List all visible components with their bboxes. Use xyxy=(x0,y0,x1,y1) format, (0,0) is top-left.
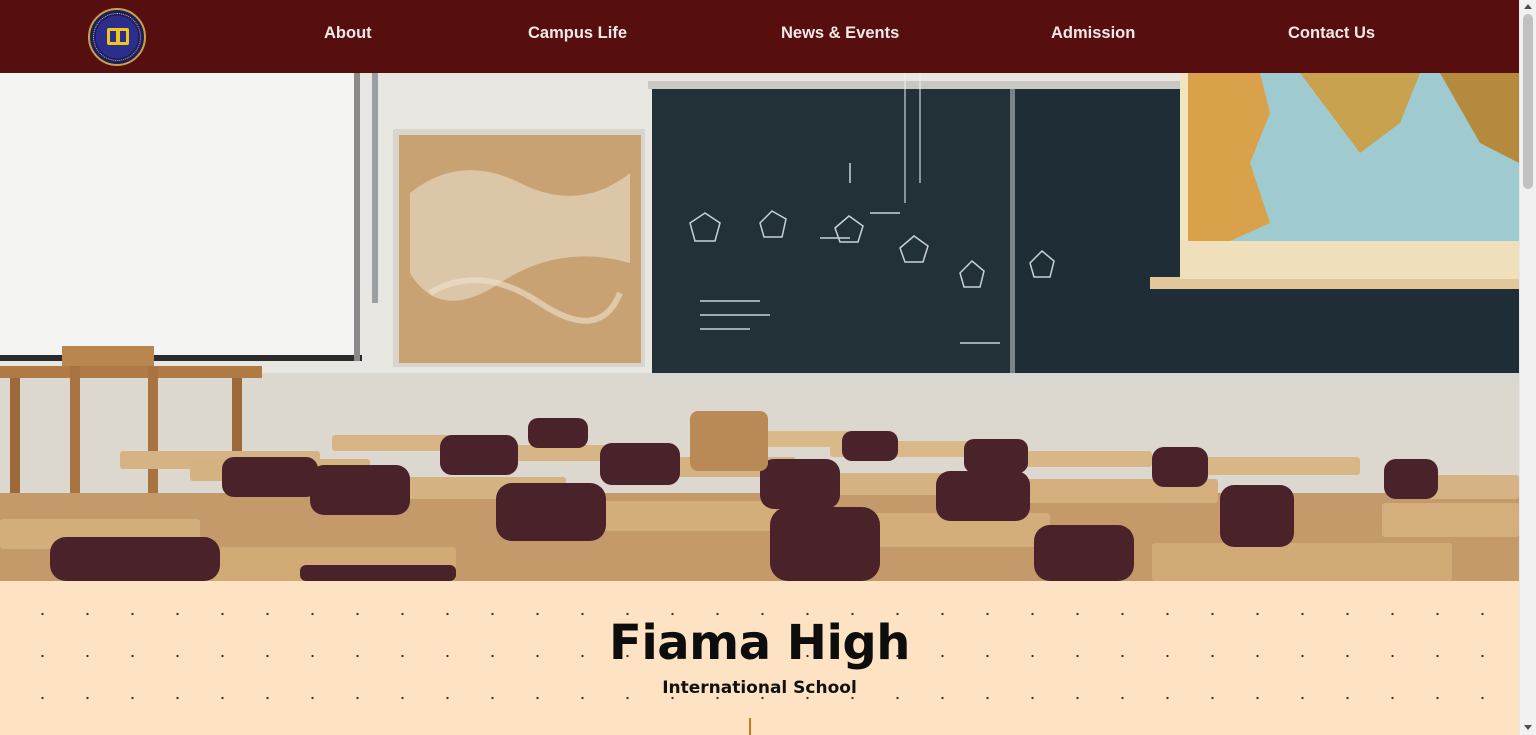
scroll-thumb[interactable] xyxy=(1523,14,1533,189)
accent-divider xyxy=(749,718,751,735)
school-intro: Fiama High International School xyxy=(0,581,1519,735)
nav-about-link[interactable]: About xyxy=(324,24,372,43)
scroll-down-arrow-icon[interactable] xyxy=(1524,725,1532,730)
book-icon xyxy=(107,28,129,45)
nav-contact-us-link[interactable]: Contact Us xyxy=(1288,24,1375,43)
school-name-title: Fiama High xyxy=(609,615,910,671)
nav-campus-life-link[interactable]: Campus Life xyxy=(528,24,627,43)
hero-banner xyxy=(0,73,1519,581)
nav-news-events-link[interactable]: News & Events xyxy=(781,24,899,43)
school-name-subtitle: International School xyxy=(662,678,857,698)
classroom-image xyxy=(0,73,1519,581)
school-logo[interactable] xyxy=(88,8,146,66)
site-header: About Campus Life News & Events Admissio… xyxy=(0,0,1519,73)
nav-admission-link[interactable]: Admission xyxy=(1051,24,1135,43)
page: About Campus Life News & Events Admissio… xyxy=(0,0,1519,735)
scroll-up-arrow-icon[interactable] xyxy=(1524,4,1532,9)
page-scrollbar[interactable] xyxy=(1519,0,1536,735)
